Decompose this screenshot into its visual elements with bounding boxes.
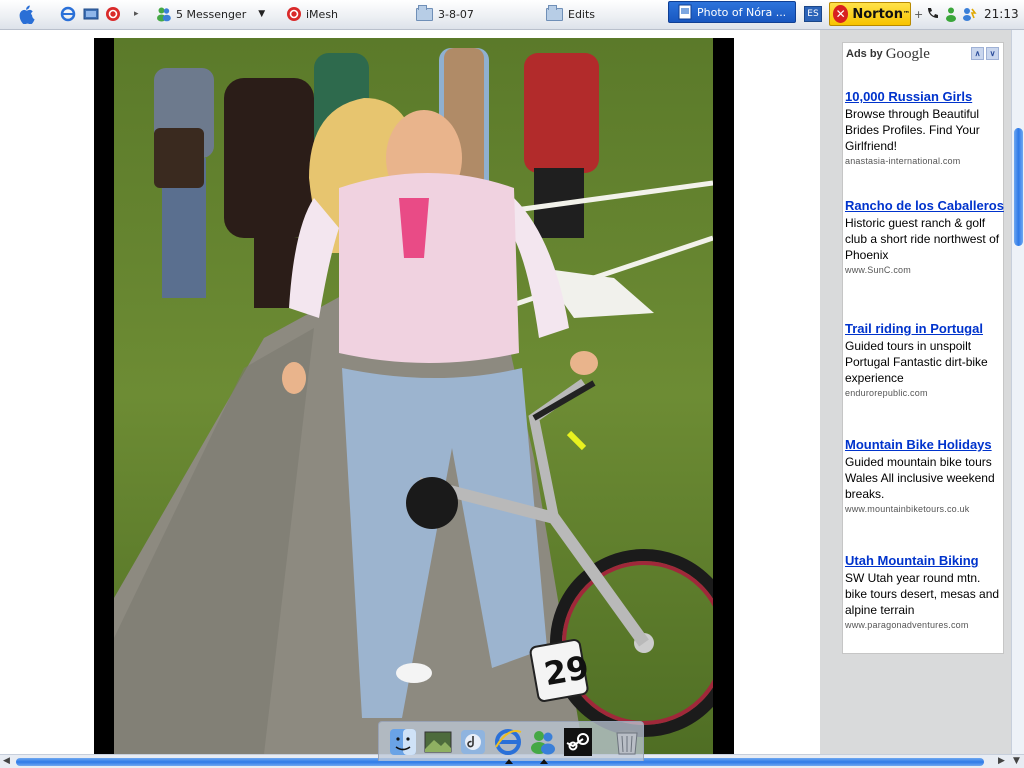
internet-explorer-icon <box>495 728 522 755</box>
tray-network-button[interactable] <box>961 0 981 28</box>
ad-url[interactable]: www.paragonadventures.com <box>845 620 1005 630</box>
norton-button[interactable]: ✕ Norton ™ <box>829 2 911 26</box>
photo-frame: 29 <box>94 38 734 754</box>
vertical-scroll-thumb[interactable] <box>1014 128 1023 246</box>
scroll-left-arrow-icon[interactable]: ◀ <box>3 756 10 766</box>
tray-phone-button[interactable] <box>925 0 945 28</box>
dock-photos-button[interactable] <box>422 726 454 758</box>
dock-internet-explorer-button[interactable] <box>492 726 524 758</box>
ad-title-link[interactable]: 10,000 Russian Girls <box>845 89 1005 104</box>
norton-label: Norton <box>852 6 903 22</box>
ad-url[interactable]: endurorepublic.com <box>845 388 1005 398</box>
apple-icon <box>19 5 35 24</box>
photo-girl-with-bmx-bike: 29 <box>114 38 713 754</box>
quicklaunch-expand-icon[interactable]: ▸ <box>134 0 139 28</box>
ad-item: Utah Mountain Biking SW Utah year round … <box>845 553 1005 630</box>
taskbar-item-label: iMesh <box>306 7 339 21</box>
clock[interactable]: 21:13 <box>984 0 1019 28</box>
taskbar: ▸ 5 Messenger ▼ iMesh 3-8-07 Edits Photo… <box>0 0 1024 30</box>
taskbar-item-photo-active[interactable]: Photo of Nóra ... <box>668 1 796 23</box>
dock <box>378 721 644 761</box>
network-icon <box>963 8 977 21</box>
ad-item: 10,000 Russian Girls Browse through Beau… <box>845 89 1005 166</box>
quicklaunch-imesh-button[interactable] <box>105 0 125 28</box>
ad-url[interactable]: anastasia-international.com <box>845 156 1005 166</box>
ad-title-link[interactable]: Trail riding in Portugal <box>845 321 1005 336</box>
taskbar-item-imesh[interactable]: iMesh <box>286 0 386 28</box>
main-photo[interactable]: 29 <box>114 38 713 754</box>
messenger-icon <box>157 7 171 22</box>
taskbar-item-messenger[interactable]: 5 Messenger ▼ <box>156 0 278 28</box>
ad-url[interactable]: www.SunC.com <box>845 265 1005 275</box>
ads-prev-button[interactable]: ∧ <box>971 47 984 60</box>
ads-header: Ads by Google ∧ ∨ <box>843 43 1003 65</box>
finder-icon <box>390 728 416 755</box>
vertical-scrollbar[interactable] <box>1011 30 1024 754</box>
dock-steam-button[interactable] <box>562 726 594 758</box>
show-desktop-icon <box>83 8 99 20</box>
taskbar-item-folder-edits[interactable]: Edits <box>546 0 646 28</box>
chevron-down-icon[interactable]: ▼ <box>258 9 265 19</box>
photo-viewer-icon <box>424 731 452 752</box>
ad-title-link[interactable]: Utah Mountain Biking <box>845 553 1005 568</box>
scroll-right-arrow-icon[interactable]: ▶ <box>998 756 1005 766</box>
dock-music-button[interactable] <box>457 726 489 758</box>
dock-finder-button[interactable] <box>387 726 419 758</box>
ad-item: Rancho de los Caballeros Historic guest … <box>845 198 1005 275</box>
ad-item: Trail riding in Portugal Guided tours in… <box>845 321 1005 398</box>
bike-number-plate: 29 <box>541 648 591 693</box>
tray-expand-icon[interactable]: + <box>914 0 923 28</box>
taskbar-item-label: 3-8-07 <box>438 7 474 21</box>
tray-messenger-button[interactable] <box>943 0 963 28</box>
ads-nav: ∧ ∨ <box>971 47 999 60</box>
imesh-icon <box>106 7 120 21</box>
browser-content: 29 Ads by Google ∧ ∨ 10,000 Russian Girl… <box>0 30 1011 754</box>
ad-title-link[interactable]: Mountain Bike Holidays <box>845 437 1005 452</box>
ads-header-prefix: Ads by <box>846 48 883 60</box>
language-indicator[interactable]: ES <box>804 6 822 22</box>
ad-description: Browse through Beautiful Brides Profiles… <box>845 107 980 153</box>
taskbar-item-folder-3-8-07[interactable]: 3-8-07 <box>416 0 516 28</box>
dock-messenger-button[interactable] <box>527 726 559 758</box>
google-logo[interactable]: Google <box>886 46 930 63</box>
messenger-icon <box>531 730 555 754</box>
steam-icon <box>564 727 592 756</box>
taskbar-item-label: 5 Messenger <box>176 7 247 21</box>
taskbar-item-label: Photo of Nóra ... <box>697 5 787 19</box>
document-icon <box>678 4 692 20</box>
ads-next-button[interactable]: ∨ <box>986 47 999 60</box>
ad-description: Guided mountain bike tours Wales All inc… <box>845 455 995 501</box>
taskbar-item-label: Edits <box>568 7 596 21</box>
music-icon <box>461 729 485 754</box>
ad-item: Mountain Bike Holidays Guided mountain b… <box>845 437 1005 514</box>
internet-explorer-icon <box>60 6 76 22</box>
apple-menu-button[interactable] <box>16 0 38 28</box>
messenger-status-icon <box>946 7 956 22</box>
folder-icon <box>416 4 433 21</box>
dock-trash-button[interactable] <box>611 726 643 758</box>
imesh-icon <box>287 7 301 21</box>
quicklaunch-desktop-button[interactable] <box>83 0 103 28</box>
trash-icon <box>616 729 638 754</box>
google-ads-panel: Ads by Google ∧ ∨ 10,000 Russian Girls B… <box>842 42 1004 654</box>
ad-title-link[interactable]: Rancho de los Caballeros <box>845 198 1005 213</box>
ad-description: Historic guest ranch & golf club a short… <box>845 216 1000 262</box>
norton-icon: ✕ <box>833 5 849 23</box>
phone-icon <box>928 8 938 18</box>
ad-url[interactable]: www.mountainbiketours.co.uk <box>845 504 1005 514</box>
folder-icon <box>546 4 563 21</box>
ad-description: Guided tours in unspoilt Portugal Fantas… <box>845 339 988 385</box>
quicklaunch-ie-button[interactable] <box>60 0 80 28</box>
ad-description: SW Utah year round mtn. bike tours deser… <box>845 571 1000 617</box>
scroll-corner-arrow-icon[interactable]: ▼ <box>1013 756 1020 766</box>
norton-trademark: ™ <box>903 10 910 18</box>
